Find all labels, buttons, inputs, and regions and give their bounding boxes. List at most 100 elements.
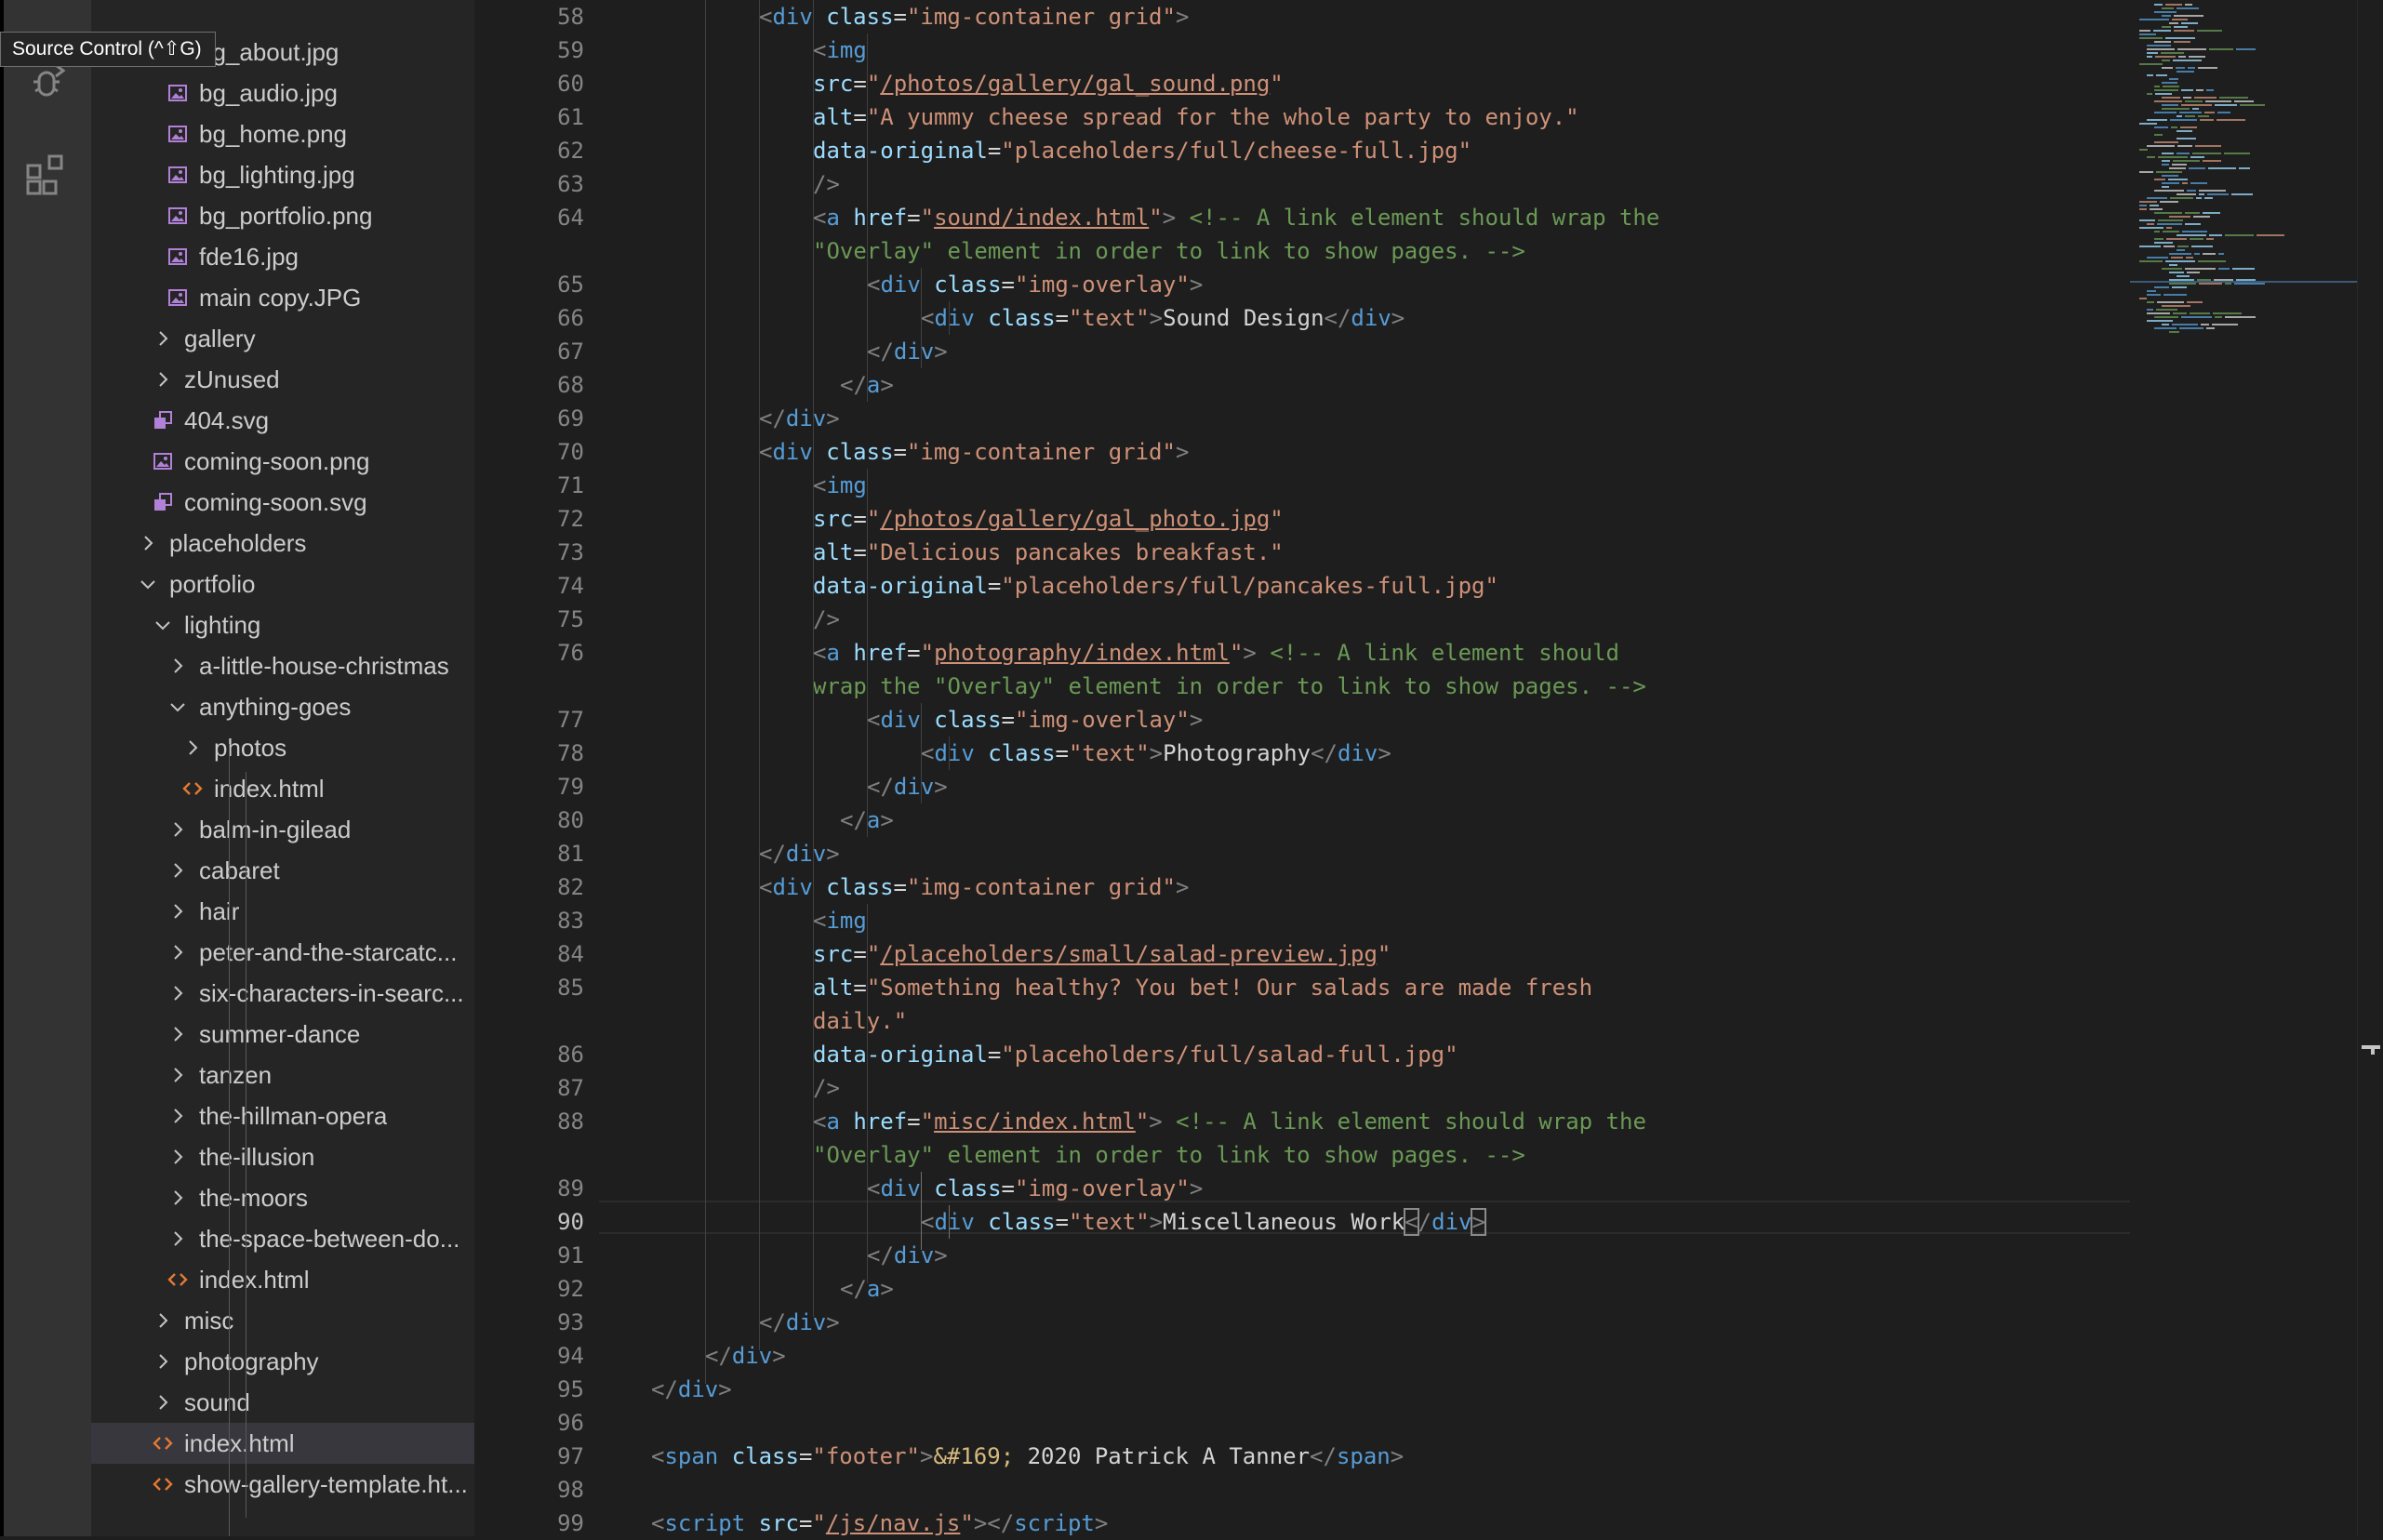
extensions-icon[interactable] bbox=[20, 149, 73, 201]
tree-folder[interactable]: zUnused bbox=[91, 359, 474, 400]
tree-folder[interactable]: anything-goes bbox=[91, 686, 474, 727]
tree-file[interactable]: bg_lighting.jpg bbox=[91, 154, 474, 195]
tree-folder[interactable]: photos bbox=[91, 727, 474, 768]
chevron-right-icon bbox=[149, 1341, 177, 1382]
code-token: = bbox=[1001, 1175, 1015, 1201]
tree-file[interactable]: coming-soon.png bbox=[91, 441, 474, 482]
code-editor[interactable]: <div class="img-container grid"> <img src=… bbox=[605, 0, 2130, 1536]
line-number: 85 bbox=[557, 975, 584, 1001]
line-number: 96 bbox=[557, 1410, 584, 1436]
minimap-line bbox=[2194, 97, 2217, 99]
minimap-line bbox=[2185, 115, 2195, 117]
minimap-line bbox=[2154, 242, 2173, 244]
tree-file[interactable]: index.html bbox=[91, 768, 474, 809]
tree-file[interactable]: index.html bbox=[91, 1423, 474, 1464]
minimap-line bbox=[2177, 193, 2196, 195]
tree-file[interactable]: show-gallery-template.ht... bbox=[91, 1464, 474, 1505]
minimap-line bbox=[2187, 190, 2196, 192]
minimap-line bbox=[2172, 164, 2187, 166]
code-line: data-original="placeholders/full/salad-f… bbox=[813, 1038, 1458, 1071]
code-token: div bbox=[1351, 305, 1391, 331]
minimap-line bbox=[2177, 71, 2194, 73]
code-token: < bbox=[921, 1209, 935, 1235]
tree-folder[interactable]: hair bbox=[91, 891, 474, 932]
tree-folder[interactable]: sound bbox=[91, 1382, 474, 1423]
minimap-line bbox=[2234, 100, 2254, 102]
tree-file[interactable]: bg_portfolio.png bbox=[91, 195, 474, 236]
tree-folder[interactable]: portfolio bbox=[91, 564, 474, 604]
code-token: < bbox=[921, 305, 935, 331]
minimap-line bbox=[2165, 4, 2182, 6]
code-token: class bbox=[988, 740, 1056, 766]
code-token: /photos/gallery/gal_photo.jpg bbox=[880, 506, 1271, 532]
tree-folder[interactable]: tanzen bbox=[91, 1055, 474, 1095]
code-token: </ bbox=[759, 405, 786, 431]
tree-folder[interactable]: cabaret bbox=[91, 850, 474, 891]
code-token: = bbox=[853, 941, 867, 967]
tree-folder[interactable]: a-little-house-christmas bbox=[91, 645, 474, 686]
minimap-line bbox=[2163, 86, 2179, 87]
tree-folder[interactable]: balm-in-gilead bbox=[91, 809, 474, 850]
minimap-line bbox=[2139, 171, 2153, 173]
minimap-line bbox=[2139, 219, 2155, 221]
editor-scrollbar[interactable] bbox=[2357, 0, 2383, 1536]
code-token: > bbox=[1471, 1208, 1486, 1236]
code-token: div bbox=[893, 774, 935, 800]
line-number: 77 bbox=[557, 707, 584, 733]
tree-file[interactable]: 404.svg bbox=[91, 400, 474, 441]
minimap[interactable] bbox=[2130, 0, 2357, 1536]
minimap-line bbox=[2139, 260, 2163, 262]
minimap-line bbox=[2153, 30, 2171, 32]
tree-folder[interactable]: photography bbox=[91, 1341, 474, 1382]
line-number: 82 bbox=[557, 874, 584, 900]
code-token: = bbox=[853, 71, 867, 97]
minimap-line bbox=[2163, 294, 2187, 296]
code-token: /placeholders/small/salad-preview.jpg bbox=[880, 941, 1378, 967]
code-token: " bbox=[1377, 941, 1391, 967]
tree-folder[interactable]: peter-and-the-starcatc... bbox=[91, 932, 474, 973]
code-token: /> bbox=[813, 1075, 840, 1101]
code-token: > bbox=[880, 372, 894, 398]
minimap-preview bbox=[2130, 4, 2357, 333]
tree-folder[interactable]: the-illusion bbox=[91, 1136, 474, 1177]
chevron-right-icon bbox=[164, 932, 192, 973]
minimap-line bbox=[2154, 126, 2168, 128]
tree-file[interactable]: coming-soon.svg bbox=[91, 482, 474, 523]
tree-folder[interactable]: summer-dance bbox=[91, 1014, 474, 1055]
code-token: div bbox=[934, 1209, 975, 1235]
tree-folder[interactable]: misc bbox=[91, 1300, 474, 1341]
tree-folder[interactable]: the-space-between-do... bbox=[91, 1218, 474, 1259]
minimap-line bbox=[2162, 7, 2174, 9]
tree-file[interactable]: main copy.JPG bbox=[91, 277, 474, 318]
tree-item-label: misc bbox=[184, 1306, 234, 1334]
minimap-line bbox=[2139, 30, 2150, 32]
code-token: " bbox=[866, 71, 881, 97]
tree-folder[interactable]: the-hillman-opera bbox=[91, 1095, 474, 1136]
minimap-line bbox=[2178, 56, 2186, 58]
tree-file[interactable]: index.html bbox=[91, 1259, 474, 1300]
tree-folder[interactable]: placeholders bbox=[91, 523, 474, 564]
code-line: src="/placeholders/small/salad-preview.j… bbox=[813, 937, 1391, 971]
code-token: = bbox=[987, 573, 1002, 599]
html-file-icon bbox=[149, 1464, 177, 1505]
code-line: </div> bbox=[867, 335, 948, 368]
minimap-line bbox=[2183, 97, 2191, 99]
tree-file[interactable]: fde16.jpg bbox=[91, 236, 474, 277]
tree-file[interactable]: bg_audio.jpg bbox=[91, 73, 474, 113]
tree-folder[interactable]: lighting bbox=[91, 604, 474, 645]
tree-folder[interactable]: six-characters-in-searc... bbox=[91, 973, 474, 1014]
code-token: Miscellaneous Work bbox=[1163, 1209, 1405, 1235]
code-token: > bbox=[826, 1309, 840, 1335]
minimap-line bbox=[2147, 156, 2155, 158]
code-token: "img-overlay" bbox=[1014, 1175, 1190, 1201]
tree-folder[interactable]: the-moors bbox=[91, 1177, 474, 1218]
tree-folder[interactable]: gallery bbox=[91, 318, 474, 359]
code-token: a bbox=[826, 640, 840, 666]
code-line: <img bbox=[813, 469, 867, 502]
minimap-line bbox=[2179, 327, 2203, 329]
chevron-down-icon bbox=[134, 564, 162, 604]
code-token: > bbox=[1390, 1443, 1405, 1469]
tree-file[interactable]: bg_home.png bbox=[91, 113, 474, 154]
line-number: 60 bbox=[557, 71, 584, 97]
minimap-line bbox=[2219, 97, 2248, 99]
